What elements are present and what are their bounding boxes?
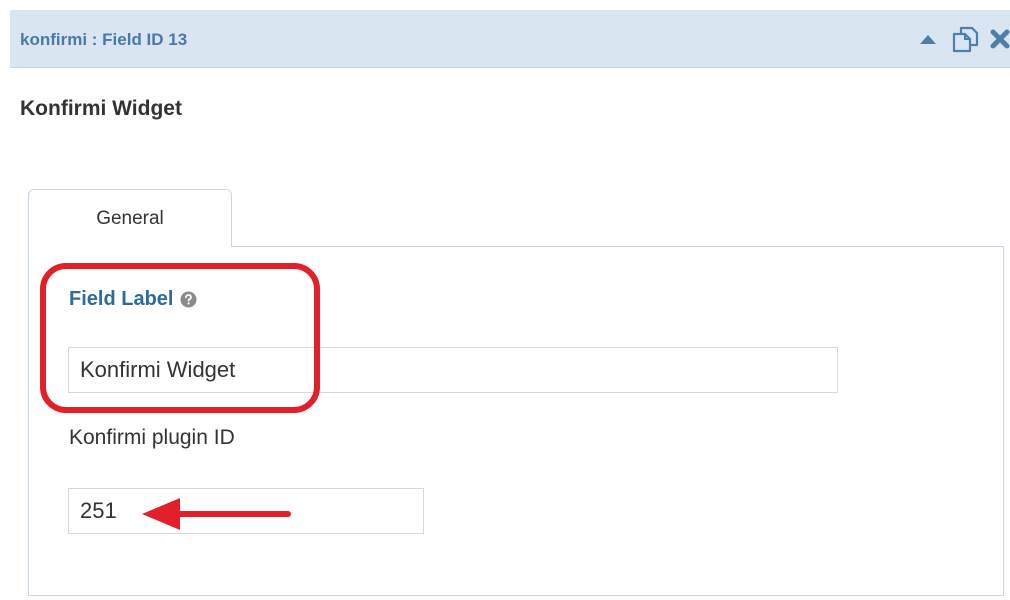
widget-title: Konfirmi Widget bbox=[20, 97, 182, 120]
field-label-text: Field Label bbox=[69, 288, 174, 310]
plugin-id-input[interactable] bbox=[68, 488, 424, 534]
field-settings-page: konfirmi : Field ID 13 Konfirmi Widget G… bbox=[0, 0, 1010, 600]
tab-general[interactable]: General bbox=[28, 189, 232, 247]
field-label-heading: Field Label bbox=[69, 288, 197, 311]
close-icon[interactable] bbox=[990, 27, 1010, 51]
plugin-id-label: Konfirmi plugin ID bbox=[69, 426, 235, 449]
panel-header: konfirmi : Field ID 13 bbox=[10, 10, 1010, 68]
header-title: konfirmi : Field ID 13 bbox=[20, 30, 188, 49]
field-label-input[interactable] bbox=[68, 347, 838, 393]
collapse-icon[interactable] bbox=[918, 29, 938, 49]
help-icon[interactable] bbox=[180, 291, 197, 308]
copy-icon[interactable] bbox=[950, 24, 980, 54]
header-actions bbox=[918, 24, 1010, 54]
